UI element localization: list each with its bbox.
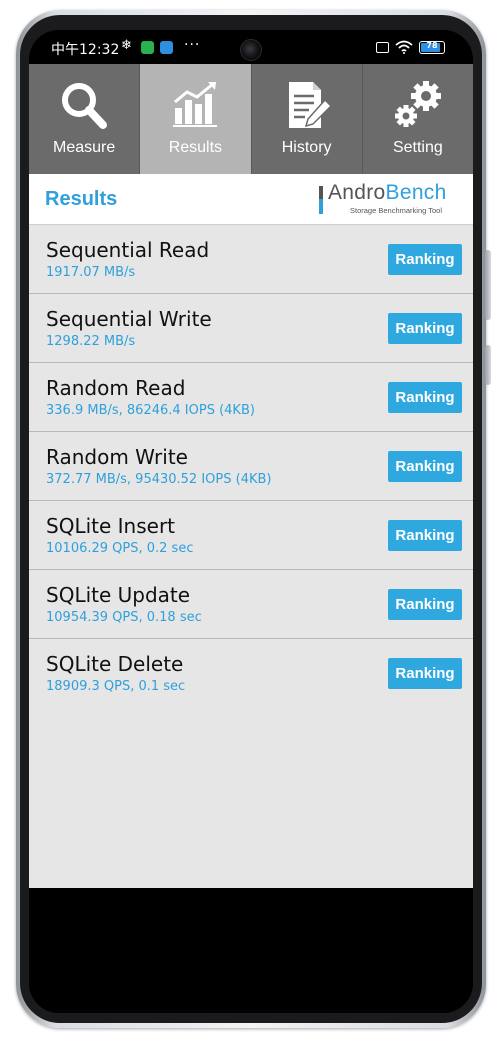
ranking-button[interactable]: Ranking: [388, 451, 462, 482]
battery-percent: 78: [426, 41, 438, 50]
result-row-random-read: Random Read 336.9 MB/s, 86246.4 IOPS (4K…: [29, 363, 473, 432]
logo-tagline: Storage Benchmarking Tool: [350, 206, 442, 215]
gears-icon: [394, 81, 441, 127]
result-name: SQLite Insert: [46, 514, 176, 538]
logo-bench: Bench: [385, 181, 447, 204]
result-name: SQLite Update: [46, 583, 191, 607]
screen: 中午12:32 ❄ ··· 78 Measure Results History…: [29, 30, 473, 1013]
mute-icon: [376, 42, 389, 53]
result-name: Sequential Write: [46, 307, 212, 331]
battery-icon: 78: [419, 41, 445, 54]
status-bar: 中午12:32 ❄ ··· 78: [29, 30, 473, 64]
result-name: Sequential Read: [46, 238, 210, 262]
result-row-random-write: Random Write 372.77 MB/s, 95430.52 IOPS …: [29, 432, 473, 501]
more-notifications-icon: ···: [184, 37, 201, 53]
ranking-button[interactable]: Ranking: [388, 589, 462, 620]
tab-history[interactable]: History: [251, 64, 363, 174]
power-button: [485, 345, 491, 385]
result-value: 372.77 MB/s, 95430.52 IOPS (4KB): [46, 472, 272, 487]
magnifier-icon: [62, 83, 108, 129]
ranking-button[interactable]: Ranking: [388, 244, 462, 275]
status-time: 中午12:32: [51, 42, 120, 58]
result-value: 18909.3 QPS, 0.1 sec: [46, 679, 186, 694]
result-row-sequential-write: Sequential Write 1298.22 MB/s Ranking: [29, 294, 473, 363]
logo-andro: Andro: [328, 181, 386, 204]
logo-bar-dark: [319, 186, 323, 199]
snowflake-icon: ❄: [121, 38, 132, 53]
tab-measure[interactable]: Measure: [29, 64, 141, 174]
tab-results-label: Results: [168, 139, 223, 156]
ranking-button[interactable]: Ranking: [388, 313, 462, 344]
result-value: 1917.07 MB/s: [46, 265, 136, 280]
wifi-icon: [395, 40, 413, 54]
tab-results[interactable]: Results: [140, 64, 252, 174]
result-value: 10954.39 QPS, 0.18 sec: [46, 610, 202, 625]
result-row-sqlite-update: SQLite Update 10954.39 QPS, 0.18 sec Ran…: [29, 570, 473, 639]
tab-bar: Measure Results History Setting: [29, 64, 473, 174]
tab-history-label: History: [281, 139, 332, 156]
page-title: Results: [45, 188, 118, 210]
results-header: Results AndroBench Storage Benchmarking …: [29, 174, 473, 225]
androbench-logo: AndroBench Storage Benchmarking Tool: [319, 181, 459, 217]
navigation-area: [29, 888, 473, 1013]
phone-call-icon: [141, 41, 154, 54]
ranking-button[interactable]: Ranking: [388, 520, 462, 551]
tab-setting[interactable]: Setting: [362, 64, 473, 174]
bar-chart-icon: [173, 82, 218, 127]
result-value: 336.9 MB/s, 86246.4 IOPS (4KB): [46, 403, 255, 418]
front-camera: [240, 39, 262, 61]
result-row-sequential-read: Sequential Read 1917.07 MB/s Ranking: [29, 225, 473, 294]
logo-name: AndroBench: [328, 181, 447, 205]
result-name: Random Read: [46, 376, 186, 400]
result-name: Random Write: [46, 445, 188, 469]
ranking-button[interactable]: Ranking: [388, 382, 462, 413]
result-value: 1298.22 MB/s: [46, 334, 136, 349]
result-value: 10106.29 QPS, 0.2 sec: [46, 541, 194, 556]
result-row-sqlite-insert: SQLite Insert 10106.29 QPS, 0.2 sec Rank…: [29, 501, 473, 570]
volume-button: [485, 250, 491, 320]
tab-measure-label: Measure: [53, 139, 116, 156]
result-row-sqlite-delete: SQLite Delete 18909.3 QPS, 0.1 sec Ranki…: [29, 639, 473, 707]
ranking-button[interactable]: Ranking: [388, 658, 462, 689]
results-list: Sequential Read 1917.07 MB/s Ranking Seq…: [29, 225, 473, 888]
message-icon: [160, 41, 173, 54]
document-pencil-icon: [288, 82, 332, 128]
result-name: SQLite Delete: [46, 652, 184, 676]
tab-setting-label: Setting: [392, 139, 443, 156]
